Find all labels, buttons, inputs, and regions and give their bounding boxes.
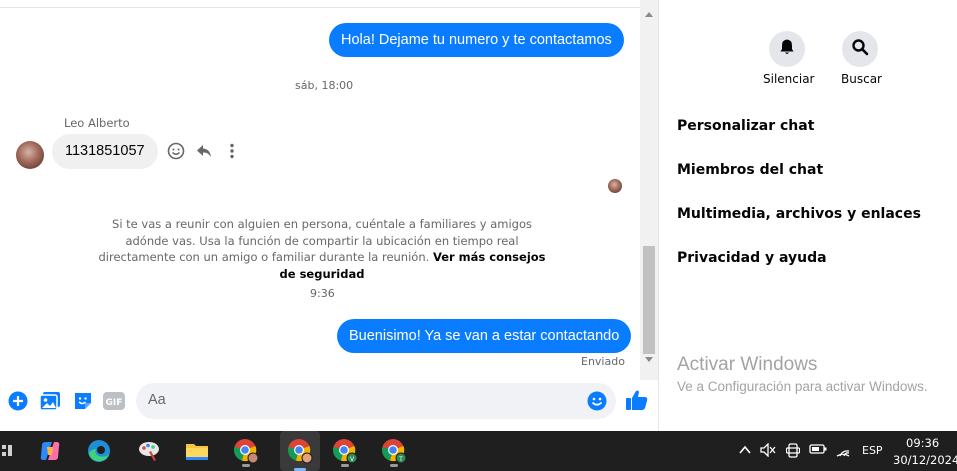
scroll-thumb[interactable] <box>643 246 655 354</box>
chat-details-panel: Silenciar Buscar Personalizar chat Miemb… <box>658 0 957 431</box>
search-label: Buscar <box>841 72 882 86</box>
search-icon <box>851 38 869 60</box>
edge-icon[interactable] <box>83 435 115 467</box>
sticker-icon[interactable] <box>72 390 94 412</box>
chrome-profile-v-icon[interactable]: V <box>329 435 361 467</box>
taskbar: V T ESP 09:36 30/12/2024 <box>0 431 957 471</box>
clock-date[interactable]: 30/12/2024 <box>893 453 957 467</box>
react-emoji-icon[interactable] <box>166 141 186 161</box>
file-explorer-icon[interactable] <box>181 435 213 467</box>
phone-link-icon[interactable] <box>785 443 801 462</box>
search-button[interactable] <box>842 31 878 67</box>
svg-text:GIF: GIF <box>106 398 123 408</box>
sender-name: Leo Alberto <box>64 116 130 130</box>
running-indicator <box>341 464 349 467</box>
avatar[interactable] <box>16 141 44 169</box>
outgoing-message[interactable]: Hola! Dejame tu numero y te contactamos <box>329 23 624 57</box>
scroll-up-arrow-icon[interactable] <box>645 12 653 17</box>
safety-notice: Si te vas a reunir con alguien en person… <box>92 216 552 282</box>
running-indicator <box>390 464 398 467</box>
more-options-icon[interactable] <box>222 141 242 161</box>
chat-pane: Hola! Dejame tu numero y te contactamos … <box>0 0 658 431</box>
paint-icon[interactable] <box>133 435 165 467</box>
running-indicator <box>242 464 250 467</box>
bell-icon <box>778 38 796 60</box>
chevron-up-icon[interactable] <box>738 443 752 461</box>
menu-privacy-help[interactable]: Privacidad y ayuda <box>677 250 827 266</box>
wifi-icon[interactable] <box>835 443 851 461</box>
activate-windows-title: Activar Windows <box>677 354 818 375</box>
scroll-down-arrow-icon[interactable] <box>645 357 653 362</box>
composer: GIF Aa <box>0 380 658 431</box>
battery-icon[interactable] <box>809 443 827 459</box>
plus-icon[interactable] <box>7 390 29 412</box>
message-input[interactable]: Aa <box>136 383 616 419</box>
message-timestamp: sáb, 18:00 <box>295 79 354 92</box>
chrome-profile-2-icon[interactable] <box>280 431 320 471</box>
menu-media-files-links[interactable]: Multimedia, archivos y enlaces <box>677 206 921 222</box>
messenger-window: Hola! Dejame tu numero y te contactamos … <box>0 0 957 471</box>
activate-windows-subtitle: Ve a Configuración para activar Windows. <box>677 379 928 394</box>
seen-avatar <box>608 179 622 193</box>
message-timestamp: 9:36 <box>310 287 335 300</box>
copilot-icon[interactable] <box>34 435 66 467</box>
volume-muted-icon[interactable] <box>760 442 776 461</box>
scrollbar[interactable] <box>640 0 658 380</box>
chrome-profile-1-icon[interactable] <box>230 435 262 467</box>
mute-label: Silenciar <box>763 72 815 86</box>
sent-status: Enviado <box>581 355 625 368</box>
svg-text:T: T <box>398 456 403 463</box>
chrome-profile-t-icon[interactable]: T <box>378 435 410 467</box>
thumbs-up-icon[interactable] <box>625 388 649 412</box>
reply-icon[interactable] <box>194 141 214 161</box>
menu-customize-chat[interactable]: Personalizar chat <box>677 118 814 134</box>
mute-button[interactable] <box>769 31 805 67</box>
gallery-icon[interactable] <box>39 390 61 412</box>
outgoing-message[interactable]: Buenisimo! Ya se van a estar contactando <box>337 319 632 353</box>
menu-chat-members[interactable]: Miembros del chat <box>677 162 823 178</box>
header-divider <box>0 7 640 8</box>
widgets-icon[interactable] <box>0 435 14 467</box>
emoji-icon[interactable] <box>587 391 607 411</box>
incoming-message[interactable]: 1131851057 <box>52 134 158 169</box>
language-indicator[interactable]: ESP <box>862 444 883 457</box>
clock-time[interactable]: 09:36 <box>906 436 939 450</box>
message-input-placeholder: Aa <box>148 392 166 408</box>
gif-icon[interactable]: GIF <box>103 390 125 412</box>
